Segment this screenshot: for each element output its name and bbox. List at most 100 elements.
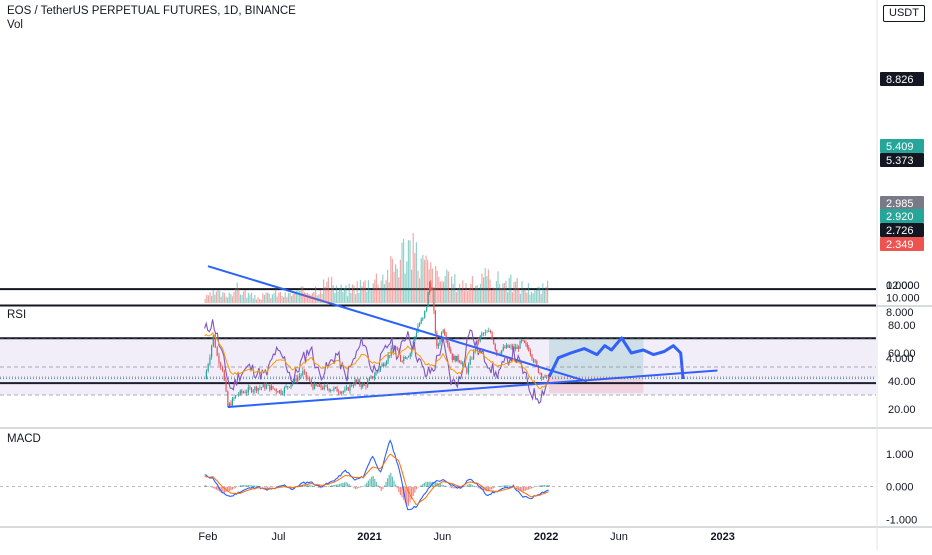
price-badge-label: 2.985 <box>886 198 914 210</box>
macd-tick-label: 0.000 <box>886 482 914 494</box>
volume-bar <box>352 284 353 303</box>
volume-bar <box>299 291 300 303</box>
volume-bar <box>528 283 529 303</box>
macd-histogram-bar <box>245 485 246 487</box>
volume-bar <box>350 293 351 303</box>
macd-histogram-bar <box>229 487 230 491</box>
volume-bar <box>536 290 537 303</box>
volume-bar <box>349 284 350 303</box>
rsi-tick-label: 40.00 <box>888 376 916 388</box>
volume-bar <box>304 292 305 303</box>
volume-bar <box>403 239 404 303</box>
price-badge-label: 2.726 <box>886 225 914 237</box>
volume-bar <box>331 277 332 303</box>
volume-bar <box>417 271 418 303</box>
macd-histogram-bar <box>544 485 545 487</box>
macd-histogram <box>205 473 550 506</box>
volume-bar <box>421 258 422 303</box>
macd-histogram-bar <box>523 487 524 492</box>
volume-bar <box>478 289 479 303</box>
macd-histogram-bar <box>336 485 337 487</box>
volume-bar <box>206 295 207 303</box>
time-axis-label: Jun <box>434 531 452 543</box>
macd-histogram-bar <box>256 486 257 487</box>
volume-bar <box>401 242 402 303</box>
volume-bar <box>499 284 500 303</box>
volume-bar <box>469 289 470 303</box>
candle-body <box>492 332 493 339</box>
volume-bar <box>219 291 220 303</box>
volume-bar <box>341 284 342 303</box>
macd-histogram-bar <box>424 483 425 487</box>
time-axis-label: 2021 <box>357 531 381 543</box>
macd-histogram-bar <box>507 485 508 486</box>
volume-bar <box>440 282 441 303</box>
macd-line <box>205 441 549 510</box>
chart-canvas[interactable]: 12.00010.0008.0004.0000.0008.8265.4095.3… <box>0 0 932 550</box>
volume-bar <box>517 278 518 303</box>
candle-body <box>444 330 445 335</box>
price-badge-label: 5.409 <box>886 141 914 153</box>
macd-histogram-bar <box>520 487 521 490</box>
macd-histogram-bar <box>344 482 345 486</box>
volume-bar <box>264 295 265 303</box>
volume-bar <box>427 260 428 303</box>
macd-histogram-bar <box>368 481 369 487</box>
macd-histogram-bar <box>401 487 402 498</box>
volume-bar <box>521 281 522 303</box>
candle-body <box>426 307 427 311</box>
volume-bar <box>254 295 255 303</box>
volume-bar <box>437 271 438 303</box>
macd-histogram-bar <box>533 487 534 488</box>
volume-bar <box>342 292 343 303</box>
volume-bar <box>422 255 423 303</box>
volume-bar <box>515 282 516 303</box>
volume-bar <box>275 289 276 303</box>
volume-bar <box>465 283 466 303</box>
currency-badge[interactable]: USDT <box>883 5 925 22</box>
macd-histogram-bar <box>526 487 527 490</box>
macd-histogram-bar <box>440 484 441 487</box>
macd-histogram-bar <box>355 487 356 489</box>
volume-bar <box>475 286 476 303</box>
volume-bar <box>280 292 281 303</box>
volume-bar <box>241 295 242 303</box>
volume-bar <box>323 279 324 303</box>
candle-body <box>422 318 423 320</box>
volume-bar <box>344 288 345 303</box>
volume-bar <box>518 288 519 303</box>
macd-histogram-bar <box>537 486 538 487</box>
candle-body <box>486 332 487 333</box>
volume-bar <box>491 290 492 303</box>
candle-body <box>424 311 425 318</box>
volume-bar <box>470 284 471 303</box>
volume-bar <box>451 277 452 303</box>
volume-bar <box>488 269 489 303</box>
volume-bar <box>393 272 394 303</box>
volume-bar <box>385 280 386 303</box>
volume-bar <box>429 269 430 303</box>
volume-bar <box>408 240 409 303</box>
volume-bar <box>259 299 260 303</box>
volume-bar <box>443 282 444 303</box>
macd-histogram-bar <box>345 482 346 487</box>
volume-bar <box>425 256 426 303</box>
volume-bar <box>240 295 241 303</box>
volume-bar <box>211 296 212 303</box>
volume-bar <box>400 260 401 303</box>
volume-bar <box>321 294 322 303</box>
macd-histogram-bar <box>408 487 409 506</box>
volume-bar <box>286 297 287 303</box>
macd-histogram-bar <box>502 486 503 487</box>
candle-body <box>490 331 491 332</box>
volume-bar <box>377 285 378 303</box>
volume-bar <box>368 280 369 303</box>
macd-histogram-bar <box>238 486 239 487</box>
volume-bar <box>449 291 450 303</box>
macd-histogram-bar <box>441 485 442 487</box>
macd-histogram-bar <box>249 485 250 487</box>
candle-body <box>416 333 417 337</box>
volume-bar <box>397 269 398 303</box>
volume-bar <box>379 289 380 303</box>
volume-label: Vol <box>7 19 23 31</box>
